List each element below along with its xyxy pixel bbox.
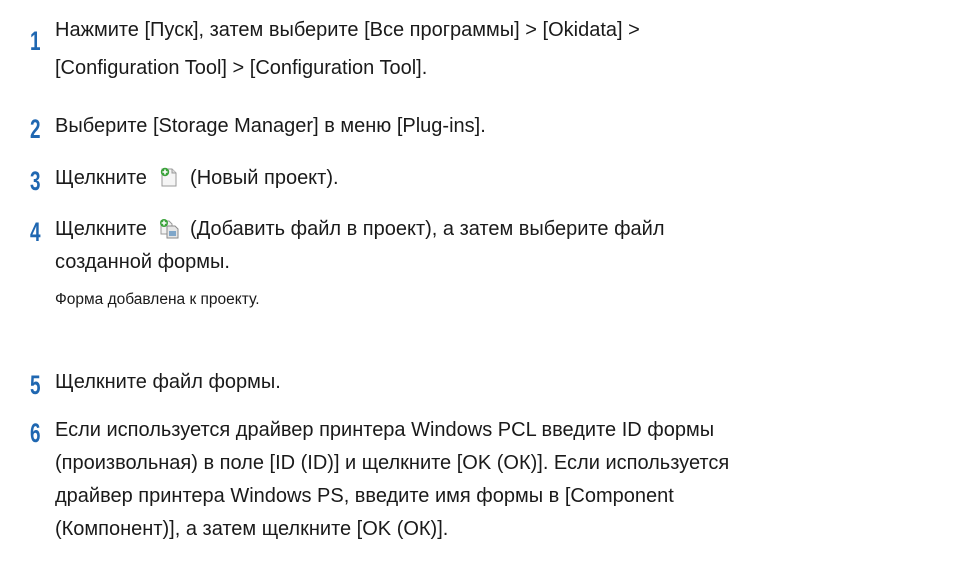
add-file-to-project-icon xyxy=(158,217,180,239)
step-text-line: [Configuration Tool] > [Configuration To… xyxy=(55,57,428,79)
step-text-before-icon: Щелкните xyxy=(55,167,147,189)
step-text-line: Нажмите [Пуск], затем выберите [Все прог… xyxy=(55,19,640,41)
step-number: 2 xyxy=(30,114,41,144)
step-text: Нажмите [Пуск], затем выберите [Все прог… xyxy=(55,14,941,85)
step-text-line: (произвольная) в поле [ID (ID)] и щелкни… xyxy=(55,452,730,474)
step-text-line: Выберите [Storage Manager] в меню [Plug-… xyxy=(55,115,486,137)
step-text-line: (Компонент)], а затем щелкните [OK (ОК)]… xyxy=(55,518,449,540)
step-text: Щелкните (Добавить файл в проект), а зат… xyxy=(55,213,941,279)
step-number: 6 xyxy=(30,418,41,448)
step-text-after-icon: (Добавить файл в проект), а затем выбери… xyxy=(190,218,665,240)
step-text-line: созданной формы. xyxy=(55,251,230,273)
step-text: Щелкните (Новый проект). xyxy=(55,162,941,195)
new-project-icon xyxy=(158,166,180,188)
step-text: Щелкните файл формы. xyxy=(55,366,941,399)
step-text-after-icon: (Новый проект). xyxy=(190,167,339,189)
step-number: 4 xyxy=(30,217,41,247)
step-text: Выберите [Storage Manager] в меню [Plug-… xyxy=(55,110,941,143)
step-text-line: Если используется драйвер принтера Windo… xyxy=(55,419,715,441)
step-text-before-icon: Щелкните xyxy=(55,218,147,240)
step-text-line: драйвер принтера Windows PS, введите имя… xyxy=(55,485,674,507)
step-number: 3 xyxy=(30,166,41,196)
step-number: 1 xyxy=(30,26,41,56)
step-text: Если используется драйвер принтера Windo… xyxy=(55,414,941,546)
step-number: 5 xyxy=(30,370,41,400)
step-text-line: Щелкните файл формы. xyxy=(55,371,281,393)
step-note: Форма добавлена к проекту. xyxy=(55,291,260,308)
